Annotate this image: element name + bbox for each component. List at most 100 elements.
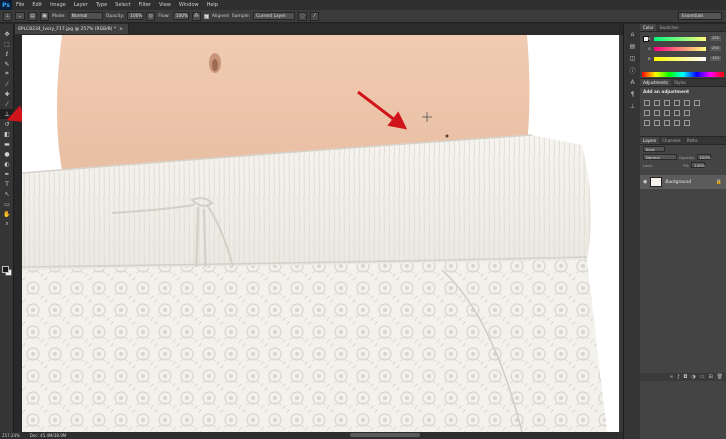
zoom-tool-icon[interactable]: ⌕ bbox=[0, 219, 14, 229]
healing-brush-tool-icon[interactable]: ✚ bbox=[0, 89, 14, 99]
aligned-label: Aligned bbox=[211, 13, 229, 19]
pressure-opacity-icon[interactable]: ◎ bbox=[146, 11, 156, 21]
hue-saturation-icon[interactable] bbox=[694, 100, 700, 106]
hand-tool-icon[interactable]: ✋ bbox=[0, 209, 14, 219]
vibrance-icon[interactable] bbox=[684, 100, 690, 106]
character-panel-icon[interactable]: A bbox=[624, 76, 641, 88]
lasso-tool-icon[interactable]: ℓ bbox=[0, 49, 14, 59]
document-canvas[interactable] bbox=[22, 35, 619, 432]
eyedropper-tool-icon[interactable]: ⁄ bbox=[0, 79, 14, 89]
airbrush-icon[interactable]: ⁂ bbox=[191, 11, 201, 21]
close-tab-icon[interactable]: × bbox=[119, 27, 123, 32]
quick-select-tool-icon[interactable]: ✎ bbox=[0, 59, 14, 69]
menu-select[interactable]: Select bbox=[111, 0, 134, 10]
invert-icon[interactable] bbox=[644, 120, 650, 126]
selective-color-icon[interactable] bbox=[684, 120, 690, 126]
blur-tool-icon[interactable]: ● bbox=[0, 149, 14, 159]
gradient-tool-icon[interactable]: ▬ bbox=[0, 139, 14, 149]
blue-slider[interactable] bbox=[654, 57, 706, 61]
sample-select[interactable]: Current Layer bbox=[253, 12, 296, 20]
dodge-tool-icon[interactable]: ◐ bbox=[0, 159, 14, 169]
opacity-field[interactable]: 100% bbox=[127, 12, 144, 20]
exposure-icon[interactable] bbox=[674, 100, 680, 106]
new-adjustment-icon[interactable]: ◑ bbox=[691, 374, 695, 380]
document-tab[interactable]: 6PLC8234_Ivory_F17.jpg @ 257% (RGB/8) * … bbox=[15, 24, 129, 34]
path-select-tool-icon[interactable]: ↖ bbox=[0, 189, 14, 199]
brush-presets-icon[interactable]: ▤ bbox=[624, 40, 641, 52]
layer-opacity-field[interactable]: 100% bbox=[696, 154, 711, 160]
tab-styles[interactable]: Styles bbox=[671, 79, 689, 86]
tab-layers[interactable]: Layers bbox=[640, 137, 660, 144]
delete-layer-icon[interactable]: 🗑 bbox=[717, 374, 723, 380]
history-panel-icon[interactable]: ⌂ bbox=[624, 28, 641, 40]
brightness-contrast-icon[interactable] bbox=[644, 100, 650, 106]
threshold-icon[interactable] bbox=[664, 120, 670, 126]
zoom-level[interactable]: 257.24% bbox=[2, 433, 20, 438]
mode-select[interactable]: Normal bbox=[68, 12, 103, 20]
tab-color[interactable]: Color bbox=[640, 24, 657, 31]
add-mask-icon[interactable]: ◘ bbox=[683, 374, 687, 380]
menu-view[interactable]: View bbox=[155, 0, 175, 10]
layer-style-icon[interactable]: ƒ bbox=[678, 374, 680, 380]
clone-stamp-preset-icon[interactable]: ⊥ bbox=[3, 11, 12, 21]
green-value[interactable]: 250 bbox=[710, 46, 721, 51]
info-panel-icon[interactable]: ⓘ bbox=[624, 64, 641, 76]
layer-name: Background bbox=[665, 179, 692, 185]
levels-icon[interactable] bbox=[654, 100, 660, 106]
tab-paths[interactable]: Paths bbox=[684, 137, 701, 144]
tab-adjustments[interactable]: Adjustments bbox=[640, 79, 672, 86]
paragraph-panel-icon[interactable]: ¶ bbox=[624, 88, 641, 100]
red-value[interactable]: 255 bbox=[710, 36, 721, 41]
tab-channels[interactable]: Channels bbox=[659, 137, 684, 144]
layer-kind-select[interactable]: Kind bbox=[643, 146, 665, 152]
properties-icon[interactable]: ◫ bbox=[624, 52, 641, 64]
aligned-checkbox[interactable]: ✓ bbox=[203, 13, 209, 19]
menu-edit[interactable]: Edit bbox=[28, 0, 46, 10]
color-spectrum[interactable] bbox=[642, 72, 724, 77]
red-slider[interactable] bbox=[654, 37, 706, 41]
color-panel-tabs: Color Swatches bbox=[640, 24, 726, 32]
ignore-adjustment-icon[interactable]: ◌ bbox=[298, 11, 308, 21]
clone-source-panel-icon[interactable]: ⊥ bbox=[624, 100, 641, 112]
clone-source-icon[interactable]: ▣ bbox=[40, 11, 49, 21]
menu-help[interactable]: Help bbox=[203, 0, 222, 10]
horizontal-scrollbar-thumb[interactable] bbox=[350, 433, 420, 437]
eraser-tool-icon[interactable]: ◧ bbox=[0, 129, 14, 139]
layer-row-background[interactable]: ◉ Background 🔒 bbox=[640, 175, 726, 189]
crop-tool-icon[interactable]: ⌗ bbox=[0, 69, 14, 79]
marquee-tool-icon[interactable]: ⬚ bbox=[0, 39, 14, 49]
color-balance-icon[interactable] bbox=[644, 110, 650, 116]
tab-swatches[interactable]: Swatches bbox=[656, 24, 681, 31]
posterize-icon[interactable] bbox=[654, 120, 660, 126]
visibility-eye-icon[interactable]: ◉ bbox=[643, 179, 647, 185]
fill-field[interactable]: 100% bbox=[691, 162, 706, 168]
black-white-icon[interactable] bbox=[654, 110, 660, 116]
photo-filter-icon[interactable] bbox=[664, 110, 670, 116]
menu-window[interactable]: Window bbox=[175, 0, 203, 10]
color-lookup-icon[interactable] bbox=[684, 110, 690, 116]
new-group-icon[interactable]: ▭ bbox=[700, 374, 705, 380]
link-layers-icon[interactable]: ∞ bbox=[669, 374, 673, 380]
channel-mixer-icon[interactable] bbox=[674, 110, 680, 116]
pen-tool-icon[interactable]: ✒ bbox=[0, 169, 14, 179]
green-slider[interactable] bbox=[654, 47, 706, 51]
brush-panel-icon[interactable]: ▤ bbox=[28, 11, 37, 21]
menu-layer[interactable]: Layer bbox=[70, 0, 92, 10]
flow-field[interactable]: 100% bbox=[172, 12, 189, 20]
pressure-size-icon[interactable]: ⁄ bbox=[310, 11, 320, 21]
brush-size-picker[interactable]: ⌄ bbox=[15, 12, 25, 20]
menu-image[interactable]: Image bbox=[46, 0, 70, 10]
menu-file[interactable]: File bbox=[12, 0, 28, 10]
new-layer-icon[interactable]: ⊞ bbox=[708, 374, 712, 380]
blue-value[interactable]: 124 bbox=[710, 56, 721, 61]
menu-type[interactable]: Type bbox=[92, 0, 111, 10]
move-tool-icon[interactable]: ✥ bbox=[0, 29, 14, 39]
gradient-map-icon[interactable] bbox=[674, 120, 680, 126]
type-tool-icon[interactable]: T bbox=[0, 179, 14, 189]
shape-tool-icon[interactable]: ▭ bbox=[0, 199, 14, 209]
curves-icon[interactable] bbox=[664, 100, 670, 106]
workspace-select[interactable]: Essentials bbox=[678, 12, 722, 20]
foreground-color-swatch[interactable] bbox=[2, 266, 9, 273]
blend-mode-select[interactable]: Normal bbox=[643, 154, 677, 160]
menu-filter[interactable]: Filter bbox=[135, 0, 155, 10]
